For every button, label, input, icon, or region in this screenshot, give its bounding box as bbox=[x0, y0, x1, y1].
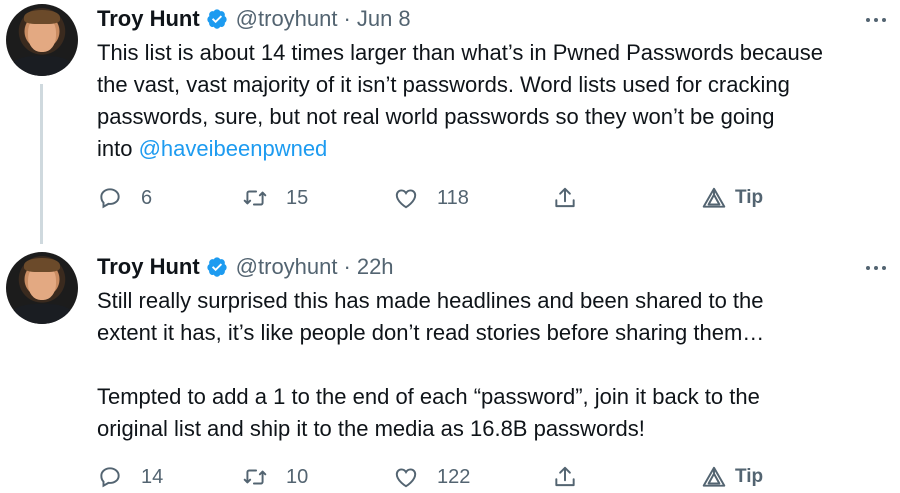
like-count: 118 bbox=[437, 186, 469, 209]
text-line: passwords, sure, but not real world pass… bbox=[97, 104, 775, 129]
text-line: Tempted to add a 1 to the end of each “p… bbox=[97, 384, 760, 409]
reply-icon bbox=[100, 188, 120, 209]
tip-icon bbox=[702, 187, 726, 208]
tweet-1[interactable]: Troy Hunt @troyhunt · Jun 8 This list is… bbox=[0, 0, 900, 244]
tweet-text: Still really surprised this has made hea… bbox=[97, 285, 897, 445]
retweet-icon bbox=[243, 190, 267, 206]
tweet-header: Troy Hunt @troyhunt · 22h bbox=[97, 252, 394, 282]
separator: · bbox=[343, 254, 351, 279]
share-icon bbox=[555, 187, 575, 208]
tweet-header: Troy Hunt @troyhunt · Jun 8 bbox=[97, 4, 411, 34]
timestamp[interactable]: 22h bbox=[357, 254, 394, 280]
text-fragment: into bbox=[97, 136, 139, 161]
share-button[interactable] bbox=[552, 182, 578, 214]
share-button[interactable] bbox=[552, 461, 578, 493]
retweet-button[interactable]: 10 bbox=[242, 461, 308, 493]
handle[interactable]: @troyhunt bbox=[236, 6, 338, 32]
action-bar: 6 15 118 Tip bbox=[97, 182, 887, 214]
like-count: 122 bbox=[437, 465, 471, 488]
retweet-count: 10 bbox=[286, 465, 309, 488]
like-button[interactable]: 118 bbox=[393, 182, 469, 214]
tip-icon bbox=[702, 466, 726, 487]
reply-button[interactable]: 6 bbox=[97, 182, 152, 214]
tweet-text: This list is about 14 times larger than … bbox=[97, 37, 897, 165]
verified-badge-icon bbox=[206, 256, 228, 278]
action-bar: 14 10 122 Tip bbox=[97, 461, 887, 493]
text-line: This list is about 14 times larger than … bbox=[97, 40, 823, 65]
tip-label: Tip bbox=[735, 187, 764, 208]
tweet-2[interactable]: Troy Hunt @troyhunt · 22h Still really s… bbox=[0, 240, 900, 493]
like-button[interactable]: 122 bbox=[393, 461, 470, 493]
retweet-icon bbox=[243, 469, 267, 485]
like-icon bbox=[395, 189, 417, 209]
text-line bbox=[97, 349, 897, 381]
text-line: Still really surprised this has made hea… bbox=[97, 288, 764, 313]
retweet-count: 15 bbox=[286, 186, 309, 209]
reply-icon bbox=[100, 467, 120, 488]
display-name[interactable]: Troy Hunt bbox=[97, 254, 200, 280]
tip-label: Tip bbox=[735, 466, 764, 487]
timestamp[interactable]: Jun 8 bbox=[357, 6, 411, 32]
separator: · bbox=[343, 6, 351, 31]
mention-link[interactable]: @haveibeenpwned bbox=[139, 136, 328, 161]
avatar[interactable] bbox=[6, 252, 78, 324]
text-line: extent it has, it’s like people don’t re… bbox=[97, 320, 765, 345]
text-line: into @haveibeenpwned bbox=[97, 133, 897, 165]
text-line: original list and ship it to the media a… bbox=[97, 416, 645, 441]
reply-count: 14 bbox=[141, 465, 164, 488]
more-icon[interactable] bbox=[862, 258, 890, 278]
more-icon[interactable] bbox=[862, 10, 890, 30]
display-name[interactable]: Troy Hunt bbox=[97, 6, 200, 32]
like-icon bbox=[395, 468, 417, 488]
thread-line bbox=[40, 84, 43, 244]
handle[interactable]: @troyhunt bbox=[236, 254, 338, 280]
tip-button[interactable]: Tip bbox=[701, 182, 763, 214]
share-icon bbox=[555, 466, 575, 487]
verified-badge-icon bbox=[206, 8, 228, 30]
tip-button[interactable]: Tip bbox=[701, 461, 763, 493]
reply-button[interactable]: 14 bbox=[97, 461, 163, 493]
text-line: the vast, vast majority of it isn’t pass… bbox=[97, 72, 790, 97]
retweet-button[interactable]: 15 bbox=[242, 182, 308, 214]
avatar[interactable] bbox=[6, 4, 78, 76]
reply-count: 6 bbox=[141, 186, 153, 209]
